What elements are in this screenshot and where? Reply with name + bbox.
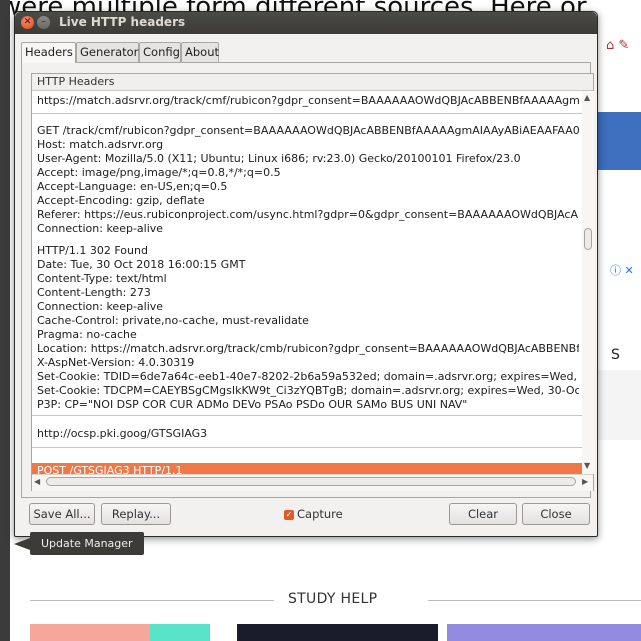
list-item[interactable]: Content-Type: text/html: [37, 272, 579, 286]
ad-choices-icon[interactable]: ⓘ ✕: [610, 262, 634, 278]
divider-line-right: [428, 600, 641, 601]
list-item[interactable]: Cache-Control: private,no-cache, must-re…: [37, 314, 579, 328]
column-header-http-headers[interactable]: HTTP Headers: [32, 74, 593, 91]
list-item[interactable]: POST /GTSGIAG3 HTTP/1.1: [37, 464, 579, 474]
list-item[interactable]: Set-Cookie: TDCPM=CAEYBSgCMgsIkKW9t_Ci3z…: [37, 384, 579, 398]
list-item[interactable]: Content-Length: 273: [37, 286, 579, 300]
live-http-headers-window: ✕ – Live HTTP headers Headers Generator …: [14, 11, 598, 537]
selected-list-item[interactable]: POST /GTSGIAG3 HTTP/1.1: [32, 463, 582, 474]
study-card-1[interactable]: [30, 624, 150, 641]
request-separator: [32, 447, 582, 448]
http-headers-list[interactable]: HTTP Headers https://match.adsrvr.org/tr…: [31, 73, 594, 491]
list-item[interactable]: Referer: https://eus.rubiconproject.com/…: [37, 208, 579, 222]
checkbox-checked-icon[interactable]: ✓: [284, 509, 294, 520]
scroll-down-icon[interactable]: ▼: [584, 461, 590, 470]
list-item[interactable]: HTTP/1.1 302 Found: [37, 244, 579, 258]
tab-generator[interactable]: Generator: [76, 42, 139, 62]
request-separator: [32, 415, 582, 416]
study-card-2[interactable]: [237, 624, 438, 641]
capture-checkbox[interactable]: ✓ Capture: [284, 507, 343, 521]
list-item[interactable]: Accept: image/png,image/*;q=0.8,*/*;q=0.…: [37, 166, 579, 180]
list-item[interactable]: http://ocsp.pki.goog/GTSGIAG3: [37, 427, 579, 441]
list-item[interactable]: Set-Cookie: TDID=6de7a64c-eeb1-40e7-8202…: [37, 370, 579, 384]
scroll-right-icon[interactable]: ▶: [582, 477, 588, 486]
replay-button[interactable]: Replay...: [101, 503, 171, 525]
window-close-button[interactable]: ✕: [21, 16, 34, 29]
background-panel: [596, 370, 641, 440]
request-separator: [32, 113, 582, 114]
update-manager-tooltip: Update Manager: [30, 532, 144, 555]
vertical-scrollbar[interactable]: ▲ ▼: [582, 91, 594, 474]
scroll-left-icon[interactable]: ◀: [34, 477, 40, 486]
list-item[interactable]: GET /track/cmf/rubicon?gdpr_consent=BAAA…: [37, 124, 579, 138]
window-minimize-button[interactable]: –: [37, 16, 50, 29]
list-item[interactable]: Accept-Language: en-US,en;q=0.5: [37, 180, 579, 194]
clear-button[interactable]: Clear: [449, 503, 517, 525]
headers-content: https://match.adsrvr.org/track/cmf/rubic…: [32, 91, 582, 474]
list-item[interactable]: Accept-Encoding: gzip, deflate: [37, 194, 579, 208]
background-blue-banner: [598, 112, 641, 170]
horizontal-scrollbar[interactable]: ◀ ▶: [32, 474, 593, 491]
list-item[interactable]: P3P: CP="NOI DSP COR CUR ADMo DEVo PSAo …: [37, 398, 579, 412]
list-item[interactable]: Connection: keep-alive: [37, 222, 579, 236]
study-help-heading: STUDY HELP: [288, 591, 378, 607]
browser-toolbar-icons[interactable]: ⌂ ✎: [606, 38, 629, 53]
horizontal-scroll-thumb[interactable]: [46, 477, 576, 486]
capture-label: Capture: [297, 507, 343, 521]
list-item[interactable]: X-AspNet-Version: 4.0.30319: [37, 356, 579, 370]
tab-about[interactable]: About: [181, 42, 219, 62]
vertical-scroll-thumb[interactable]: [584, 228, 592, 250]
list-item[interactable]: Location: https://match.adsrvr.org/track…: [37, 342, 579, 356]
desktop-launcher-edge: [0, 0, 10, 641]
tooltip-arrow: [14, 538, 30, 550]
divider-line-left: [30, 600, 274, 601]
window-title: Live HTTP headers: [59, 15, 186, 29]
list-item[interactable]: https://match.adsrvr.org/track/cmf/rubic…: [37, 94, 579, 108]
list-item[interactable]: Date: Tue, 30 Oct 2018 16:00:15 GMT: [37, 258, 579, 272]
background-letter: S: [611, 347, 620, 363]
close-button[interactable]: Close: [522, 503, 590, 525]
list-item[interactable]: Pragma: no-cache: [37, 328, 579, 342]
title-bar[interactable]: ✕ – Live HTTP headers: [15, 12, 597, 34]
scroll-up-icon[interactable]: ▲: [584, 93, 590, 102]
list-item[interactable]: Connection: keep-alive: [37, 300, 579, 314]
list-item[interactable]: Host: match.adsrvr.org: [37, 138, 579, 152]
save-all-button[interactable]: Save All...: [29, 503, 95, 525]
study-card-3[interactable]: [447, 624, 641, 641]
tab-headers[interactable]: Headers: [21, 42, 76, 63]
list-item[interactable]: User-Agent: Mozilla/5.0 (X11; Ubuntu; Li…: [37, 152, 579, 166]
study-help-divider: STUDY HELP: [30, 590, 641, 612]
tab-config[interactable]: Config: [139, 42, 181, 62]
study-card-1-accent: [150, 624, 210, 641]
